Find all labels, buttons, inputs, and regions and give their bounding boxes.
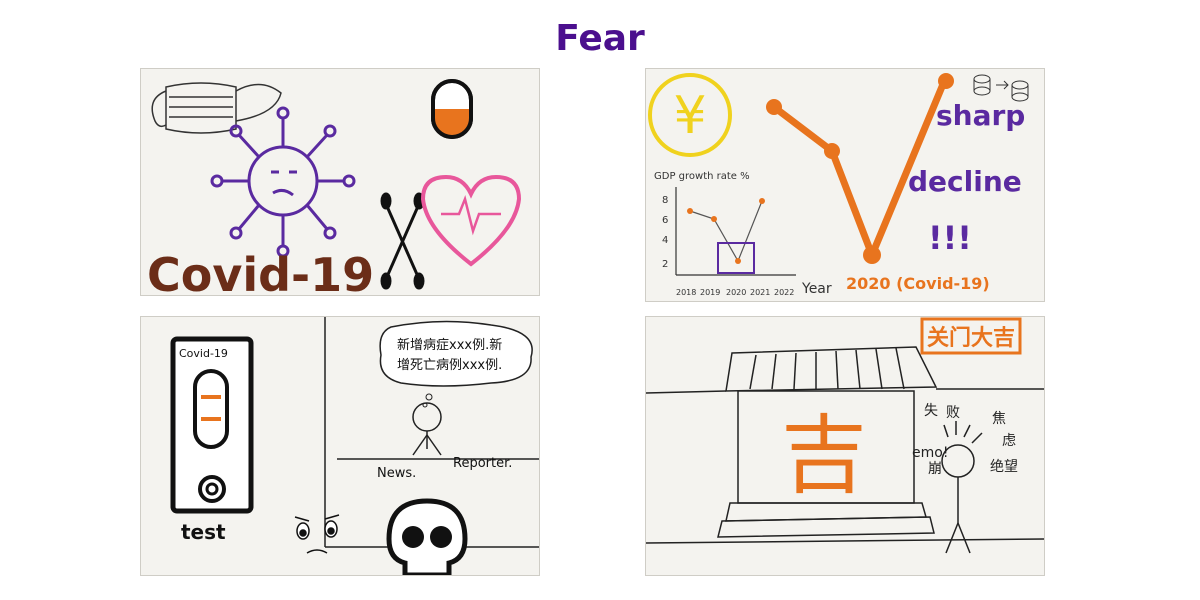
gdp-x-label: Year bbox=[801, 281, 832, 297]
door-character: 吉 bbox=[781, 406, 867, 506]
gdp-x-tick: 2022 bbox=[774, 288, 794, 297]
page-title: Fear bbox=[555, 18, 645, 59]
reporter-figure bbox=[412, 402, 442, 456]
annotation-decline: decline bbox=[908, 165, 1022, 198]
annotation-exclamations: !!! bbox=[928, 219, 972, 257]
gdp-y-tick: 4 bbox=[662, 235, 668, 246]
desk-label-reporter: Reporter. bbox=[453, 456, 512, 471]
pill-icon bbox=[431, 79, 473, 139]
closing-drawing-canvas: 关门大吉 吉 emo! 失 败 焦 虑 崩 绝望 bbox=[646, 317, 1044, 554]
mask-icon bbox=[151, 82, 282, 134]
emotion-word: 崩 bbox=[928, 461, 942, 477]
sad-person-figure bbox=[941, 421, 983, 554]
panel-closing-drawing: 关门大吉 吉 emo! 失 败 焦 虑 崩 绝望 bbox=[645, 316, 1045, 576]
covid-label: Covid-19 bbox=[147, 248, 374, 295]
panel-covid-drawing: Covid-19 bbox=[140, 68, 540, 296]
speech-line-2: 增死亡病例xxx例. bbox=[397, 358, 502, 373]
gdp-x-tick: 2019 bbox=[700, 288, 720, 297]
yuan-coin-icon: ¥ bbox=[648, 73, 732, 157]
skull-icon bbox=[386, 498, 468, 575]
coins-transfer-icon bbox=[973, 74, 1029, 102]
gdp-small-line bbox=[687, 198, 765, 274]
annotation-sharp: sharp bbox=[936, 99, 1025, 132]
speech-line-1: 新增病症xxx例.新 bbox=[397, 337, 502, 353]
test-kit-icon: Covid-19 bbox=[170, 336, 254, 514]
gdp-y-tick: 6 bbox=[662, 215, 668, 226]
gdp-x-tick: 2020 bbox=[726, 288, 746, 297]
emotion-word: 失 bbox=[924, 403, 938, 419]
emotion-words: emo! 失 败 焦 虑 崩 绝望 bbox=[912, 403, 1018, 477]
test-kit-label: Covid-19 bbox=[179, 347, 228, 360]
gdp-y-tick: 8 bbox=[662, 195, 668, 206]
test-label: test bbox=[181, 520, 226, 544]
yuan-symbol: ¥ bbox=[673, 86, 706, 146]
gdp-graph-label: GDP growth rate % bbox=[654, 171, 750, 182]
emotion-word: 败 bbox=[946, 405, 960, 421]
economy-drawing-canvas: ¥ GDP growth rate % 8 6 4 2 2018 2019 20… bbox=[648, 73, 1029, 297]
covid-drawing-canvas: Covid-19 bbox=[147, 79, 522, 295]
speech-bubble: 新增病症xxx例.新 增死亡病例xxx例. bbox=[379, 320, 533, 408]
gdp-x-ticks: 2018 2019 2020 2021 2022 bbox=[676, 288, 794, 297]
desk-label-news: News. bbox=[377, 466, 416, 481]
emotion-word: 绝望 bbox=[990, 459, 1018, 475]
closed-sign-text: 关门大吉 bbox=[927, 325, 1015, 351]
emotion-word: 焦 bbox=[992, 411, 1006, 427]
panel-news-drawing: Covid-19 test 新增病症xxx例.新 增死亡病例xxx例. News… bbox=[140, 316, 540, 576]
cotton-swabs-icon bbox=[380, 192, 425, 290]
emotion-word: emo! bbox=[912, 445, 948, 461]
gdp-x-tick: 2021 bbox=[750, 288, 770, 297]
year-note: 2020 (Covid-19) bbox=[846, 274, 990, 293]
gdp-y-ticks: 8 6 4 2 bbox=[662, 195, 668, 270]
gdp-x-tick: 2018 bbox=[676, 288, 696, 297]
panel-economy-drawing: ¥ GDP growth rate % 8 6 4 2 2018 2019 20… bbox=[645, 68, 1045, 302]
news-drawing-canvas: Covid-19 test 新增病症xxx例.新 增死亡病例xxx例. News… bbox=[170, 317, 539, 575]
heart-ekg-icon bbox=[420, 174, 522, 267]
closed-sign: 关门大吉 bbox=[920, 317, 1022, 355]
gdp-y-tick: 2 bbox=[662, 259, 668, 270]
emotion-word: 虑 bbox=[1002, 433, 1016, 449]
